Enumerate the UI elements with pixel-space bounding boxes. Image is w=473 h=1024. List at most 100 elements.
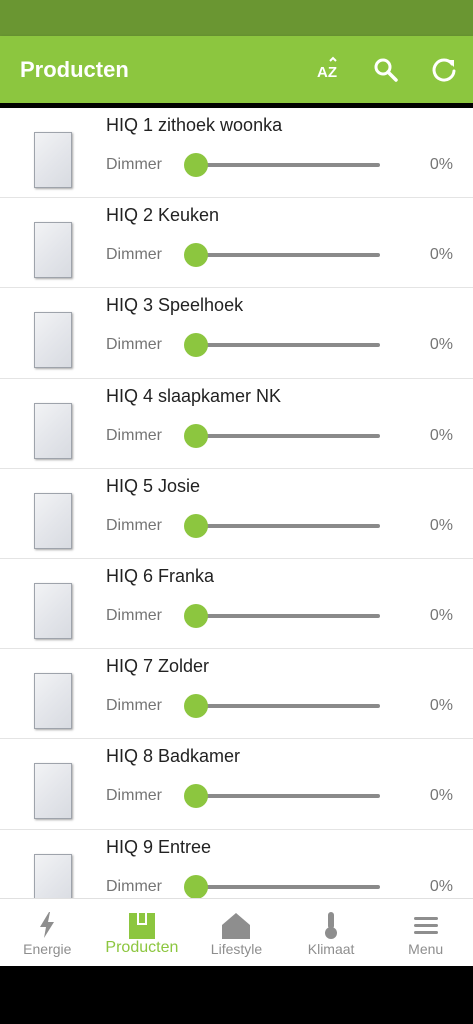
page-title: Producten [20,57,129,82]
product-image [34,492,72,549]
dimmer-value: 0% [429,336,453,354]
slider-track [190,163,380,167]
sort-az-icon: AZ [317,56,337,81]
nav-item-klimaat[interactable]: Klimaat [284,899,379,967]
dimmer-value: 0% [429,606,453,624]
lightning-icon [31,909,63,941]
slider-thumb[interactable] [184,603,208,628]
dimmer-label: Dimmer [106,606,162,624]
dimmer-slider[interactable] [184,874,380,898]
system-navigation-area [0,966,473,1024]
dimmer-label: Dimmer [106,877,162,895]
nav-label: Klimaat [307,941,355,957]
slider-thumb[interactable] [184,513,208,538]
products-icon [126,909,158,941]
product-title: HIQ 9 Entree [106,836,212,857]
product-image [34,312,72,369]
dimmer-label: Dimmer [106,787,162,805]
product-row[interactable]: HIQ 6 Franka Dimmer 0% [0,558,473,650]
slider-thumb[interactable] [184,243,208,268]
nav-item-lifestyle[interactable]: Lifestyle [189,899,284,967]
search-icon [374,58,398,82]
sort-az-button[interactable]: AZ [312,54,344,86]
bottom-navigation: Energie Producten Lifestyle Klimaat Menu [0,898,473,966]
sort-az-icon-text: AZ [317,64,337,81]
dimmer-value: 0% [429,426,453,444]
nav-item-energie[interactable]: Energie [0,899,95,967]
product-image [34,132,72,188]
dimmer-label: Dimmer [106,336,162,354]
product-row[interactable]: HIQ 5 Josie Dimmer 0% [0,468,473,559]
dimmer-value: 0% [429,516,453,534]
dimmer-label: Dimmer [106,426,162,444]
product-image [34,673,72,730]
dimmer-label: Dimmer [106,246,162,264]
slider-thumb[interactable] [184,694,208,719]
slider-track [190,523,380,528]
nav-label: Energie [23,941,72,957]
home-icon [220,909,252,941]
search-button[interactable] [370,54,402,86]
product-title: HIQ 6 Franka [106,565,215,586]
dimmer-value: 0% [429,877,453,895]
dimmer-value: 0% [429,156,453,173]
product-title: HIQ 5 Josie [106,475,201,496]
dimmer-value: 0% [429,787,453,805]
dimmer-slider[interactable] [184,693,380,719]
nav-label: Menu [408,941,444,957]
nav-item-menu[interactable]: Menu [378,899,473,967]
product-row[interactable]: HIQ 1 zithoek woonka Dimmer 0% [0,108,473,199]
slider-thumb[interactable] [184,784,208,809]
refresh-icon [432,58,456,82]
sort-caret [329,56,337,62]
dimmer-label: Dimmer [106,697,162,715]
dimmer-value: 0% [429,246,453,264]
slider-thumb[interactable] [184,423,208,448]
product-row[interactable]: HIQ 8 Badkamer Dimmer 0% [0,739,473,830]
product-image [34,853,72,898]
product-image [34,763,72,820]
slider-track [190,613,380,618]
nav-label: Producten [105,939,179,956]
product-image [34,222,72,279]
dimmer-label: Dimmer [106,516,162,534]
dimmer-value: 0% [429,697,453,715]
refresh-button[interactable] [428,54,460,86]
slider-thumb[interactable] [184,153,208,177]
product-row[interactable]: HIQ 7 Zolder Dimmer 0% [0,649,473,740]
nav-item-producten[interactable]: Producten [95,899,190,967]
dimmer-label: Dimmer [106,156,162,173]
slider-thumb[interactable] [184,874,208,898]
dimmer-slider[interactable] [184,152,380,178]
slider-track [190,884,380,889]
product-row[interactable]: HIQ 9 Entree Dimmer 0% [0,829,473,898]
dimmer-slider[interactable] [184,332,380,358]
product-title: HIQ 7 Zolder [106,656,210,677]
dimmer-slider[interactable] [184,423,380,449]
product-image [34,402,72,459]
product-title: HIQ 1 zithoek woonka [106,115,283,135]
slider-track [190,433,380,438]
product-row[interactable]: HIQ 3 Speelhoek Dimmer 0% [0,288,473,379]
product-title: HIQ 8 Badkamer [106,746,241,767]
product-row[interactable]: HIQ 4 slaapkamer NK Dimmer 0% [0,378,473,469]
product-title: HIQ 3 Speelhoek [106,295,244,316]
slider-track [190,253,380,258]
product-row[interactable]: HIQ 2 Keuken Dimmer 0% [0,198,473,289]
product-title: HIQ 4 slaapkamer NK [106,385,282,406]
dimmer-slider[interactable] [184,783,380,809]
product-list[interactable]: HIQ 1 zithoek woonka Dimmer 0% HIQ 2 Keu… [0,108,473,898]
slider-track [190,794,380,799]
dimmer-slider[interactable] [184,603,380,629]
dimmer-slider[interactable] [184,513,380,539]
product-title: HIQ 2 Keuken [106,205,220,226]
app-bar: Producten AZ [0,36,473,103]
dimmer-slider[interactable] [184,242,380,268]
nav-label: Lifestyle [210,941,263,957]
slider-track [190,343,380,348]
thermometer-icon [315,909,347,941]
status-bar [0,0,473,36]
slider-track [190,704,380,709]
slider-thumb[interactable] [184,333,208,358]
menu-icon [410,909,442,941]
